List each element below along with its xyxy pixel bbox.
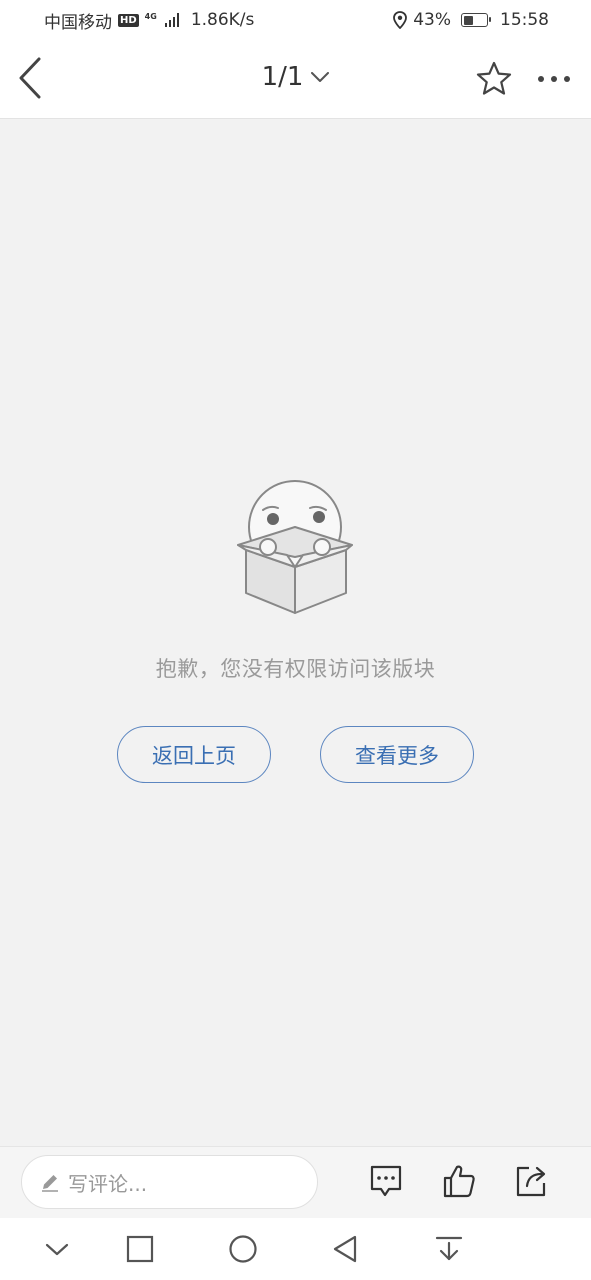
pencil-icon xyxy=(42,1175,58,1192)
chevron-down-icon xyxy=(311,71,330,82)
network-speed: 1.86K/s xyxy=(190,10,255,30)
home-icon[interactable] xyxy=(226,1232,260,1266)
signal-icon xyxy=(164,13,179,27)
battery-percent: 43% xyxy=(413,10,451,30)
share-icon[interactable] xyxy=(513,1163,549,1199)
status-right: 43% 15:58 xyxy=(393,10,549,30)
comment-input[interactable]: 写评论... xyxy=(21,1155,318,1209)
thumbs-up-icon[interactable] xyxy=(441,1163,477,1199)
back-button[interactable]: 返回上页 xyxy=(117,726,271,783)
page-indicator: 1/1 xyxy=(261,62,304,92)
network-type: 4G xyxy=(144,12,157,21)
comment-placeholder: 写评论... xyxy=(68,1171,148,1196)
status-bar: 中国移动 HD 4G 1.86K/s 43% 15:58 xyxy=(0,0,591,40)
status-left: 中国移动 HD 4G 1.86K/s xyxy=(44,8,254,33)
main-content: 抱歉，您没有权限访问该版块 返回上页 查看更多 xyxy=(0,120,591,1146)
location-icon xyxy=(393,11,408,29)
back-triangle-icon[interactable] xyxy=(329,1232,363,1266)
battery-icon xyxy=(461,13,491,27)
star-icon[interactable] xyxy=(475,60,513,98)
comment-icon[interactable] xyxy=(368,1163,404,1199)
see-more-button[interactable]: 查看更多 xyxy=(320,726,474,783)
battery-fill xyxy=(463,15,473,25)
clock: 15:58 xyxy=(500,10,549,30)
no-permission-illustration xyxy=(237,480,353,614)
recent-apps-icon[interactable] xyxy=(123,1232,157,1266)
no-permission-message: 抱歉，您没有权限访问该版块 xyxy=(155,657,436,681)
system-nav-bar xyxy=(0,1218,591,1280)
collapse-down-icon[interactable] xyxy=(40,1232,74,1266)
bottom-action-bar: 写评论... xyxy=(0,1146,591,1218)
hd-icon: HD xyxy=(118,13,139,27)
more-icon[interactable] xyxy=(530,66,578,92)
notification-pulldown-icon[interactable] xyxy=(432,1232,466,1266)
top-nav-bar: 1/1 xyxy=(0,40,591,119)
carrier-name: 中国移动 xyxy=(44,12,112,33)
